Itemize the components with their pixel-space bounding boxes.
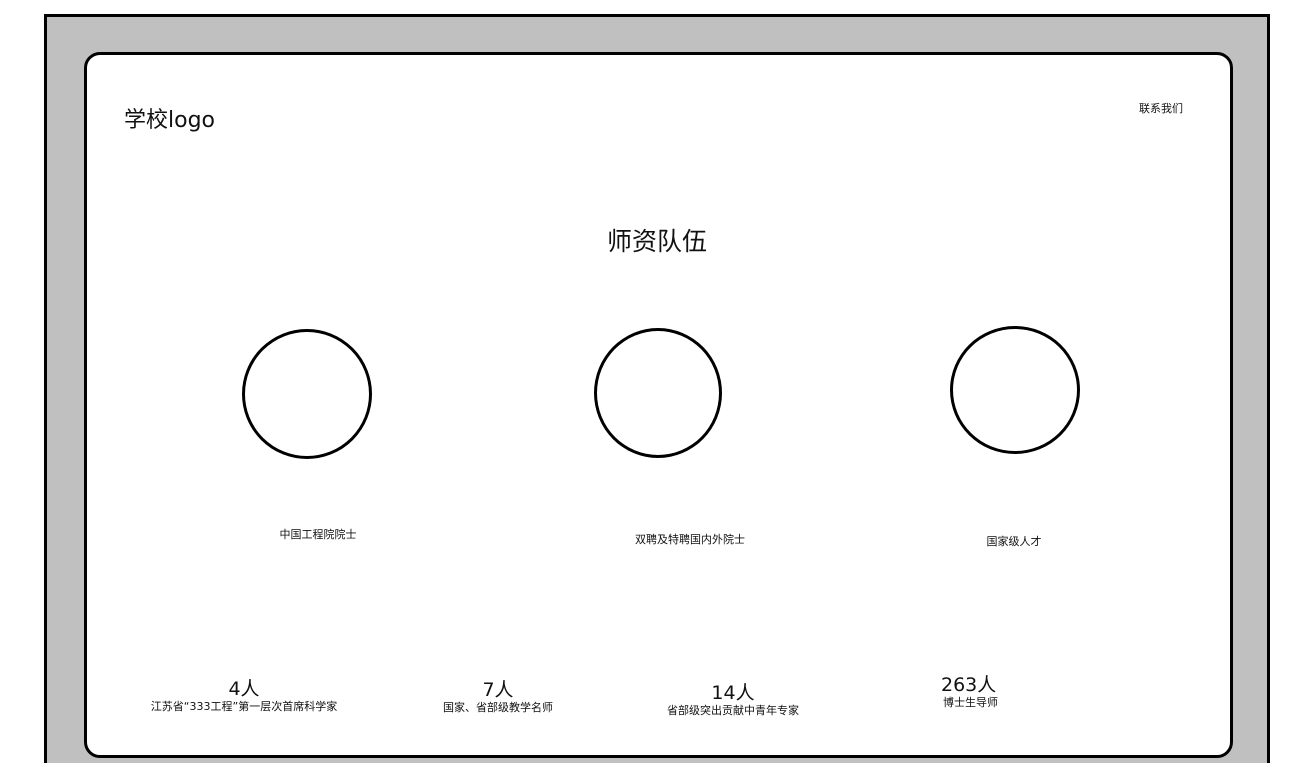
stat-item: 7人 国家、省部级教学名师 xyxy=(443,679,553,715)
contact-us-link[interactable]: 联系我们 xyxy=(1139,100,1183,116)
school-logo[interactable]: 学校logo xyxy=(124,102,215,134)
stat-description: 博士生导师 xyxy=(943,696,998,709)
category-label: 国家级人才 xyxy=(986,535,1042,548)
category-label: 中国工程院院士 xyxy=(279,528,357,541)
stat-number: 263人 xyxy=(941,674,997,696)
category-image-placeholder xyxy=(950,326,1080,454)
category-label: 双聘及特聘国内外院士 xyxy=(635,533,745,546)
category-image-placeholder xyxy=(594,328,722,458)
section-title: 师资队伍 xyxy=(606,227,707,256)
stat-description: 省部级突出贡献中青年专家 xyxy=(667,704,799,717)
stat-description: 国家、省部级教学名师 xyxy=(443,701,553,714)
stat-number: 4人 xyxy=(228,678,260,700)
stat-item: 263人 博士生导师 xyxy=(941,674,998,710)
stat-item: 4人 江苏省“333工程”第一层次首席科学家 xyxy=(151,678,337,714)
stat-description: 江苏省“333工程”第一层次首席科学家 xyxy=(150,700,338,713)
stat-number: 14人 xyxy=(711,682,755,704)
category-image-placeholder xyxy=(242,329,372,459)
stat-item: 14人 省部级突出贡献中青年专家 xyxy=(667,682,799,718)
stat-number: 7人 xyxy=(482,679,514,701)
